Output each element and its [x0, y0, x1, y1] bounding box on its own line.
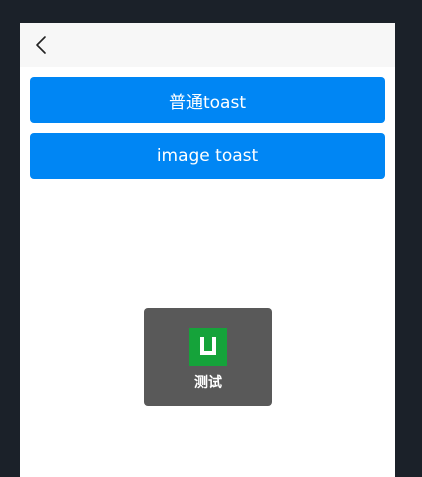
app-logo-icon	[189, 328, 227, 366]
toast-popup: 测试	[144, 308, 272, 406]
chevron-left-icon	[36, 36, 46, 54]
back-button[interactable]	[28, 31, 54, 59]
navigation-bar	[20, 23, 395, 67]
app-screen: 普通toast image toast 测试	[20, 23, 395, 477]
toast-message: 测试	[194, 375, 222, 391]
image-toast-button[interactable]: image toast	[30, 133, 385, 179]
normal-toast-button[interactable]: 普通toast	[30, 77, 385, 123]
